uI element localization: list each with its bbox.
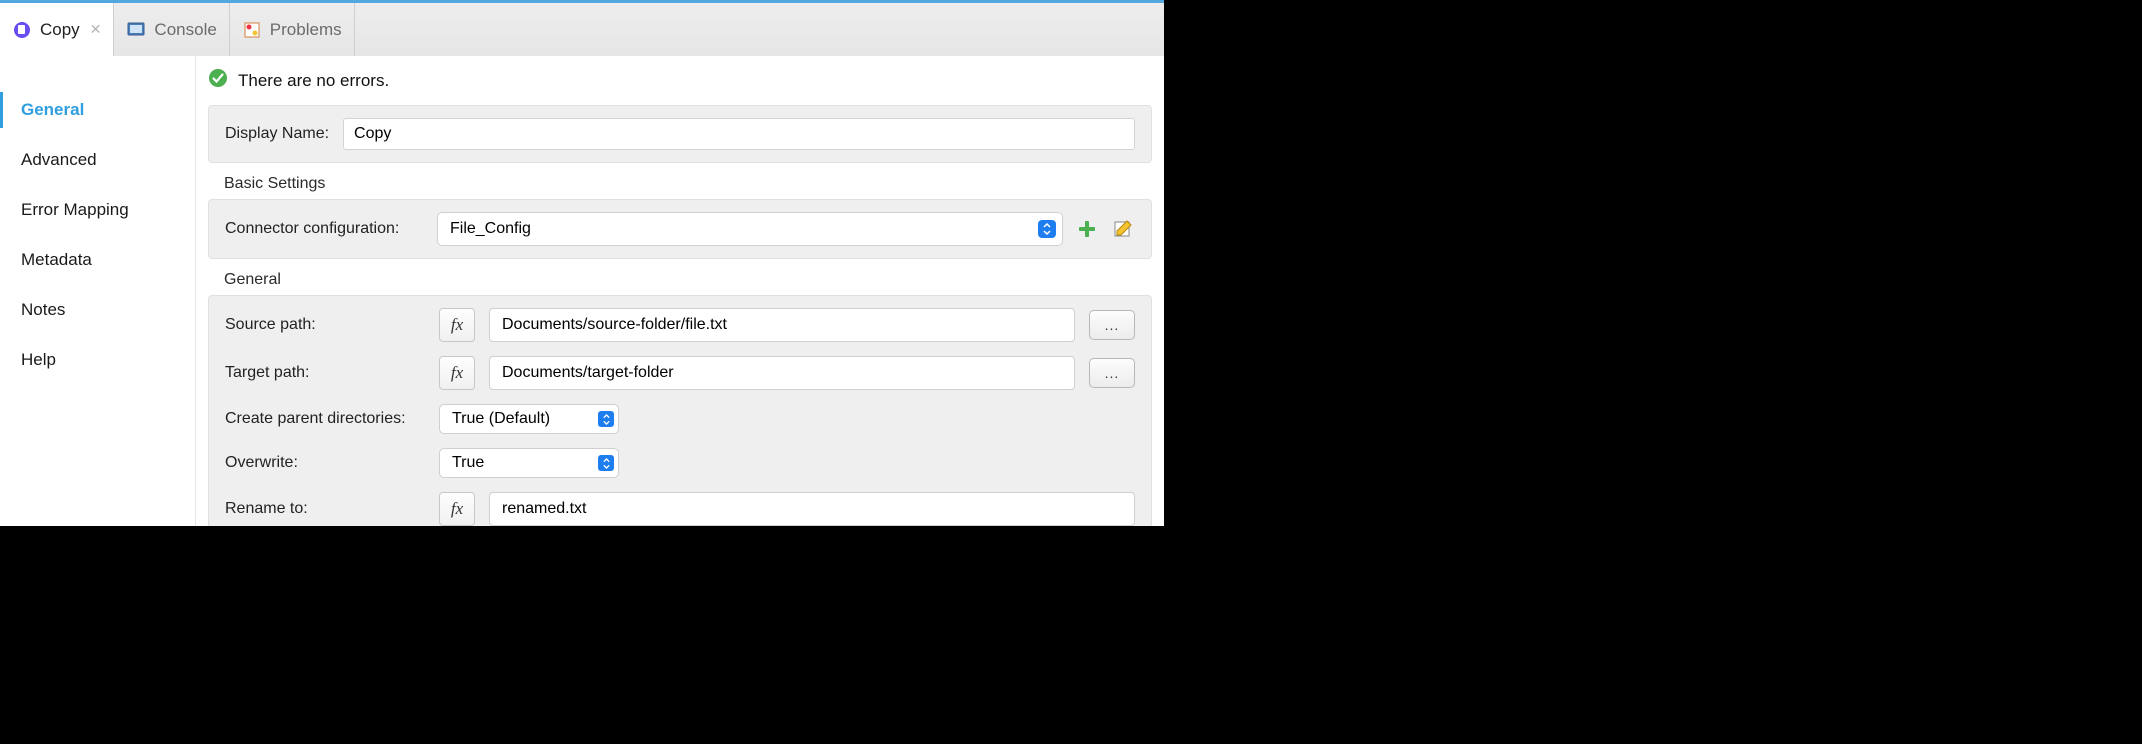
- create-parent-dirs-select[interactable]: True (Default): [439, 404, 619, 434]
- rename-to-label: Rename to:: [225, 500, 425, 518]
- connector-config-select[interactable]: File_Config: [437, 212, 1063, 246]
- tab-label: Problems: [270, 20, 342, 40]
- display-name-panel: Display Name:: [208, 105, 1152, 163]
- tab-label: Console: [154, 20, 216, 40]
- tab-label: Copy: [40, 20, 80, 40]
- create-parent-dirs-value: True (Default): [452, 410, 550, 428]
- rename-to-input[interactable]: [489, 492, 1135, 526]
- copy-file-icon: [12, 20, 32, 40]
- sidebar-item-notes[interactable]: Notes: [0, 292, 195, 328]
- chevron-updown-icon: [598, 411, 614, 427]
- tab-console[interactable]: Console: [114, 3, 229, 56]
- basic-settings-title: Basic Settings: [196, 175, 1164, 199]
- source-path-label: Source path:: [225, 316, 425, 334]
- connector-config-label: Connector configuration:: [225, 220, 425, 238]
- overwrite-label: Overwrite:: [225, 454, 425, 472]
- tab-problems[interactable]: Problems: [230, 3, 355, 56]
- console-icon: [126, 20, 146, 40]
- target-path-label: Target path:: [225, 364, 425, 382]
- chevron-updown-icon: [1038, 220, 1056, 238]
- edit-config-button[interactable]: [1111, 217, 1135, 241]
- sidebar: General Advanced Error Mapping Metadata …: [0, 56, 196, 526]
- status-bar: There are no errors.: [196, 68, 1164, 105]
- source-path-input[interactable]: [489, 308, 1075, 342]
- basic-settings-panel: Connector configuration: File_Config: [208, 199, 1152, 259]
- sidebar-item-general[interactable]: General: [0, 92, 195, 128]
- add-config-button[interactable]: [1075, 217, 1099, 241]
- close-icon[interactable]: ✕: [90, 21, 102, 38]
- general-panel: Source path: fx ... Target path: fx ... …: [208, 295, 1152, 526]
- chevron-updown-icon: [598, 455, 614, 471]
- overwrite-select[interactable]: True: [439, 448, 619, 478]
- sidebar-item-advanced[interactable]: Advanced: [0, 142, 195, 178]
- sidebar-item-error-mapping[interactable]: Error Mapping: [0, 192, 195, 228]
- target-path-input[interactable]: [489, 356, 1075, 390]
- browse-button-target[interactable]: ...: [1089, 358, 1135, 388]
- tab-copy[interactable]: Copy ✕: [0, 3, 114, 56]
- display-name-input[interactable]: [343, 118, 1135, 150]
- fx-button-rename[interactable]: fx: [439, 492, 475, 526]
- create-parent-dirs-label: Create parent directories:: [225, 410, 425, 428]
- fx-button-target[interactable]: fx: [439, 356, 475, 390]
- sidebar-item-metadata[interactable]: Metadata: [0, 242, 195, 278]
- status-message: There are no errors.: [238, 71, 389, 91]
- problems-icon: [242, 20, 262, 40]
- sidebar-item-help[interactable]: Help: [0, 342, 195, 378]
- connector-config-value: File_Config: [450, 220, 531, 238]
- fx-button-source[interactable]: fx: [439, 308, 475, 342]
- main-panel: There are no errors. Display Name: Basic…: [196, 56, 1164, 526]
- display-name-label: Display Name:: [225, 125, 329, 143]
- tab-bar: Copy ✕ Console Problems: [0, 0, 1164, 56]
- success-icon: [208, 68, 228, 93]
- general-section-title: General: [196, 271, 1164, 295]
- browse-button-source[interactable]: ...: [1089, 310, 1135, 340]
- overwrite-value: True: [452, 454, 484, 472]
